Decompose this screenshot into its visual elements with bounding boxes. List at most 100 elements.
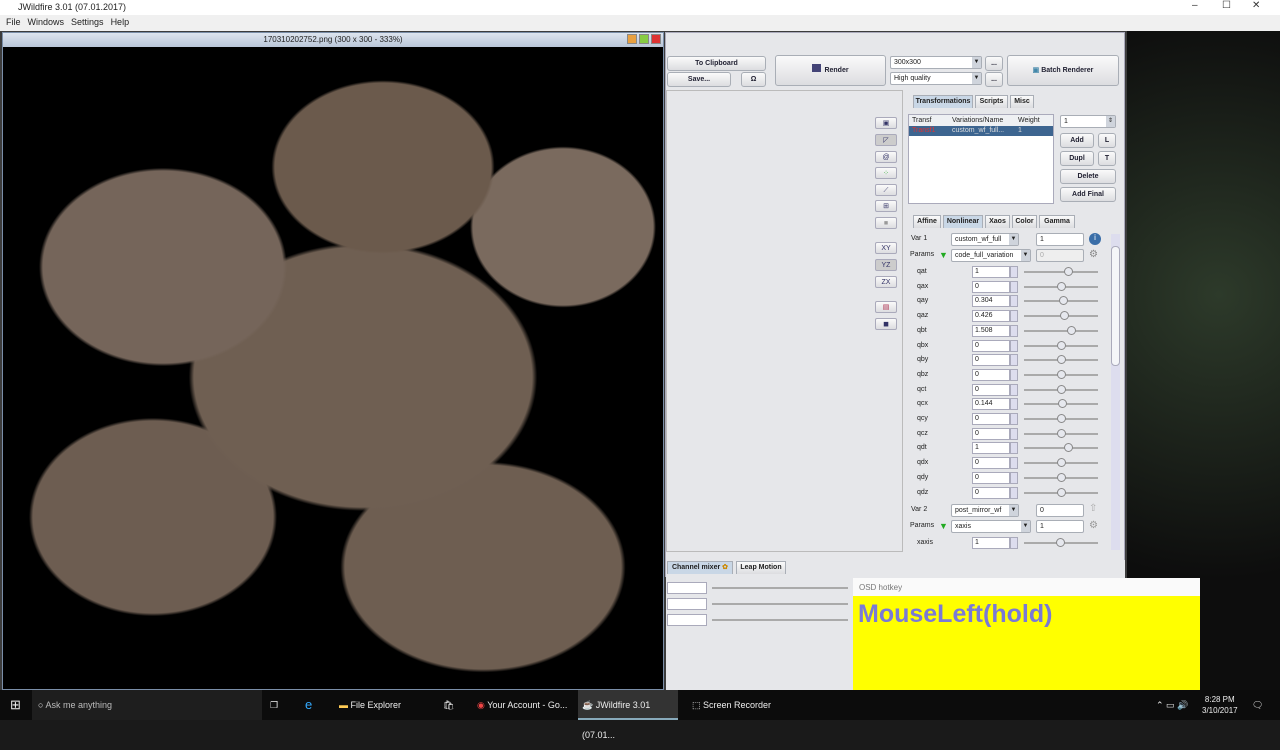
zx-button[interactable]: ZX (875, 276, 897, 288)
var1-param-value[interactable]: 0 (1036, 249, 1084, 262)
var2-variation-select[interactable]: post_mirror_wf ▼ (951, 504, 1019, 517)
tab-xaos[interactable]: Xaos (985, 215, 1010, 228)
spinner-icon[interactable] (1010, 471, 1018, 484)
close-button[interactable]: ✕ (1252, 0, 1260, 11)
add-final-button[interactable]: Add Final (1060, 187, 1116, 202)
omega-button[interactable]: Ω (741, 72, 766, 87)
spinner-icon[interactable] (1010, 457, 1018, 470)
slider-knob[interactable] (1057, 414, 1066, 423)
task-view-icon[interactable]: ❐ (270, 690, 278, 720)
slider-knob[interactable] (1064, 443, 1074, 453)
maximize-icon[interactable] (639, 34, 649, 44)
param-value-field[interactable]: 0 (972, 413, 1010, 425)
param-slider[interactable] (1024, 267, 1098, 276)
transforms-table[interactable]: Transf Variations/Name Weight Transf1 custo… (908, 114, 1054, 204)
spinner-icon[interactable] (1010, 368, 1018, 381)
param-value-field[interactable]: 0.304 (972, 295, 1010, 308)
var2-param-value[interactable]: 1 (1036, 520, 1084, 533)
tab-channel-mixer[interactable]: Channel mixer ✿ (667, 561, 733, 574)
slider-knob[interactable] (1064, 267, 1074, 276)
scrollbar[interactable] (1111, 234, 1120, 550)
image-icon[interactable]: ▣ (875, 117, 897, 129)
menu-windows[interactable]: Windows (28, 17, 65, 27)
gear-icon[interactable]: ⚙ (1089, 249, 1098, 260)
spinner-icon[interactable] (1010, 354, 1018, 367)
slider-knob[interactable] (1059, 296, 1069, 306)
param-slider[interactable] (1024, 281, 1098, 291)
select-icon[interactable]: ◸ (875, 134, 897, 146)
slider-knob[interactable] (1057, 355, 1066, 365)
slider-knob[interactable] (1057, 399, 1067, 409)
slider-knob[interactable] (1057, 340, 1066, 350)
spinner-icon[interactable] (1010, 295, 1018, 308)
slider-knob[interactable] (1056, 538, 1065, 547)
minimize-button[interactable]: – (1192, 0, 1198, 11)
spinner-icon[interactable] (1010, 310, 1018, 323)
spinner-icon[interactable] (1010, 537, 1018, 549)
taskbar-chrome[interactable]: ◉ Your Account - Go... (473, 690, 573, 720)
spinner-icon[interactable] (1010, 442, 1018, 455)
yz-button[interactable]: YZ (875, 259, 897, 271)
param-value-field[interactable]: 0 (972, 280, 1010, 293)
spinner-icon[interactable]: ⇕ (1106, 116, 1115, 127)
tab-scripts[interactable]: Scripts (975, 95, 1008, 108)
batch-renderer-button[interactable]: ▣ Batch Renderer (1007, 55, 1119, 86)
param-value-field[interactable]: 0 (972, 383, 1010, 396)
mixer-field[interactable] (667, 598, 707, 610)
param-value-field[interactable]: 0 (972, 486, 1010, 499)
maximize-button[interactable]: ☐ (1222, 0, 1231, 11)
menu-help[interactable]: Help (111, 17, 130, 27)
param-slider[interactable] (1024, 443, 1098, 453)
param-value-field[interactable]: 0 (972, 368, 1010, 381)
slider-knob[interactable] (1057, 369, 1066, 379)
save-button[interactable]: Save... (667, 72, 731, 87)
param-value-field[interactable]: 1.508 (972, 324, 1010, 337)
column-header[interactable]: Weight (1015, 115, 1040, 126)
spinner-icon[interactable] (1010, 413, 1018, 425)
var1-variation-select[interactable]: custom_wf_full ▼ (951, 233, 1019, 246)
mixer-slider[interactable] (712, 619, 848, 621)
image-window-title[interactable]: 170310202752.png (300 x 300 - 333%) (3, 33, 663, 47)
render-button[interactable]: Render (775, 55, 886, 86)
slider-knob[interactable] (1057, 458, 1066, 468)
quality-select[interactable]: High quality ▼ (890, 72, 982, 85)
add-button[interactable]: Add (1060, 133, 1094, 148)
slider-knob[interactable] (1057, 472, 1066, 482)
delete-button[interactable]: Delete (1060, 169, 1116, 184)
tray-icons[interactable]: ⌃ ▭ 🔊 (1156, 690, 1188, 720)
param-slider[interactable] (1024, 487, 1098, 497)
mixer-slider[interactable] (712, 603, 848, 605)
table-row[interactable]: Transf1 custom_wf_full... 1 (909, 126, 1053, 136)
var1-amount-field[interactable]: 1 (1036, 233, 1084, 246)
close-icon[interactable] (651, 34, 661, 44)
grid-icon[interactable]: ⁘ (875, 167, 897, 179)
param-value-field[interactable]: 0 (972, 457, 1010, 470)
param-slider[interactable] (1024, 325, 1098, 335)
image-window[interactable]: 170310202752.png (300 x 300 - 333%) (2, 32, 664, 690)
param-value-field[interactable]: 0 (972, 339, 1010, 352)
xy-button[interactable]: XY (875, 242, 897, 254)
column-header[interactable]: Transf (909, 115, 949, 126)
fractal-render-image[interactable] (3, 47, 663, 689)
filter-icon[interactable]: ▼ (939, 250, 948, 260)
param-slider[interactable] (1024, 296, 1098, 306)
taskbar-file-explorer[interactable]: ▬ File Explorer (335, 690, 435, 720)
guides-icon[interactable]: ⊞ (875, 200, 897, 212)
var2-amount-field[interactable]: 0 (1036, 504, 1084, 517)
taskbar-screen-recorder[interactable]: ⬚ Screen Recorder (688, 690, 788, 720)
param-slider[interactable] (1024, 369, 1098, 379)
slider-knob[interactable] (1057, 384, 1066, 394)
transform-spinner[interactable]: 1 ⇕ (1060, 115, 1116, 128)
param-slider[interactable] (1024, 311, 1098, 321)
param-value-field[interactable]: 1 (972, 266, 1010, 278)
param-slider[interactable] (1024, 414, 1098, 423)
store-icon[interactable]: 🛍 (443, 690, 454, 720)
param-slider[interactable] (1024, 428, 1098, 438)
rotate-icon[interactable]: @ (875, 151, 897, 163)
scrollbar-thumb[interactable] (1111, 246, 1120, 366)
render-small-icon[interactable]: ◼ (875, 318, 897, 330)
param-value-field[interactable]: 1 (972, 442, 1010, 455)
mixer-field[interactable] (667, 582, 707, 594)
size-select[interactable]: 300x300 ▼ (890, 56, 982, 69)
param-slider[interactable] (1024, 399, 1098, 409)
